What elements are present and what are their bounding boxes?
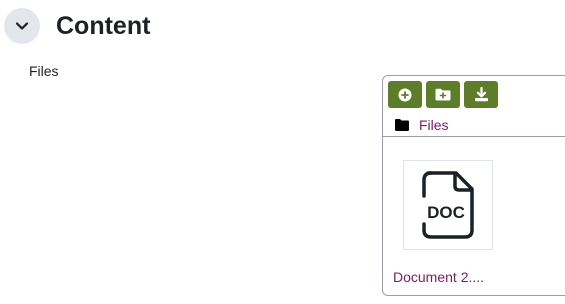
file-manager-breadcrumb: Files	[395, 116, 449, 134]
file-manager-toolbar	[388, 81, 498, 108]
page: Content Files Files DOC Document 2....	[0, 0, 565, 304]
file-manager: Files DOC Document 2....	[382, 75, 565, 296]
folder-icon	[395, 119, 409, 131]
folder-plus-icon	[435, 88, 451, 101]
create-folder-button[interactable]	[426, 81, 460, 108]
download-button[interactable]	[464, 81, 498, 108]
download-icon	[474, 87, 488, 102]
section-collapse-button[interactable]	[4, 8, 40, 44]
divider	[383, 136, 565, 137]
plus-circle-icon	[398, 88, 412, 101]
doc-icon-label: DOC	[427, 203, 465, 222]
file-name-link[interactable]: Document 2....	[393, 268, 484, 286]
files-field-label: Files	[29, 63, 59, 79]
chevron-down-icon	[15, 22, 29, 30]
doc-file-icon: DOC	[422, 171, 474, 239]
breadcrumb-files-link[interactable]: Files	[419, 116, 449, 134]
file-thumbnail[interactable]: DOC	[403, 160, 493, 250]
section-title: Content	[56, 12, 151, 40]
add-file-button[interactable]	[388, 81, 422, 108]
